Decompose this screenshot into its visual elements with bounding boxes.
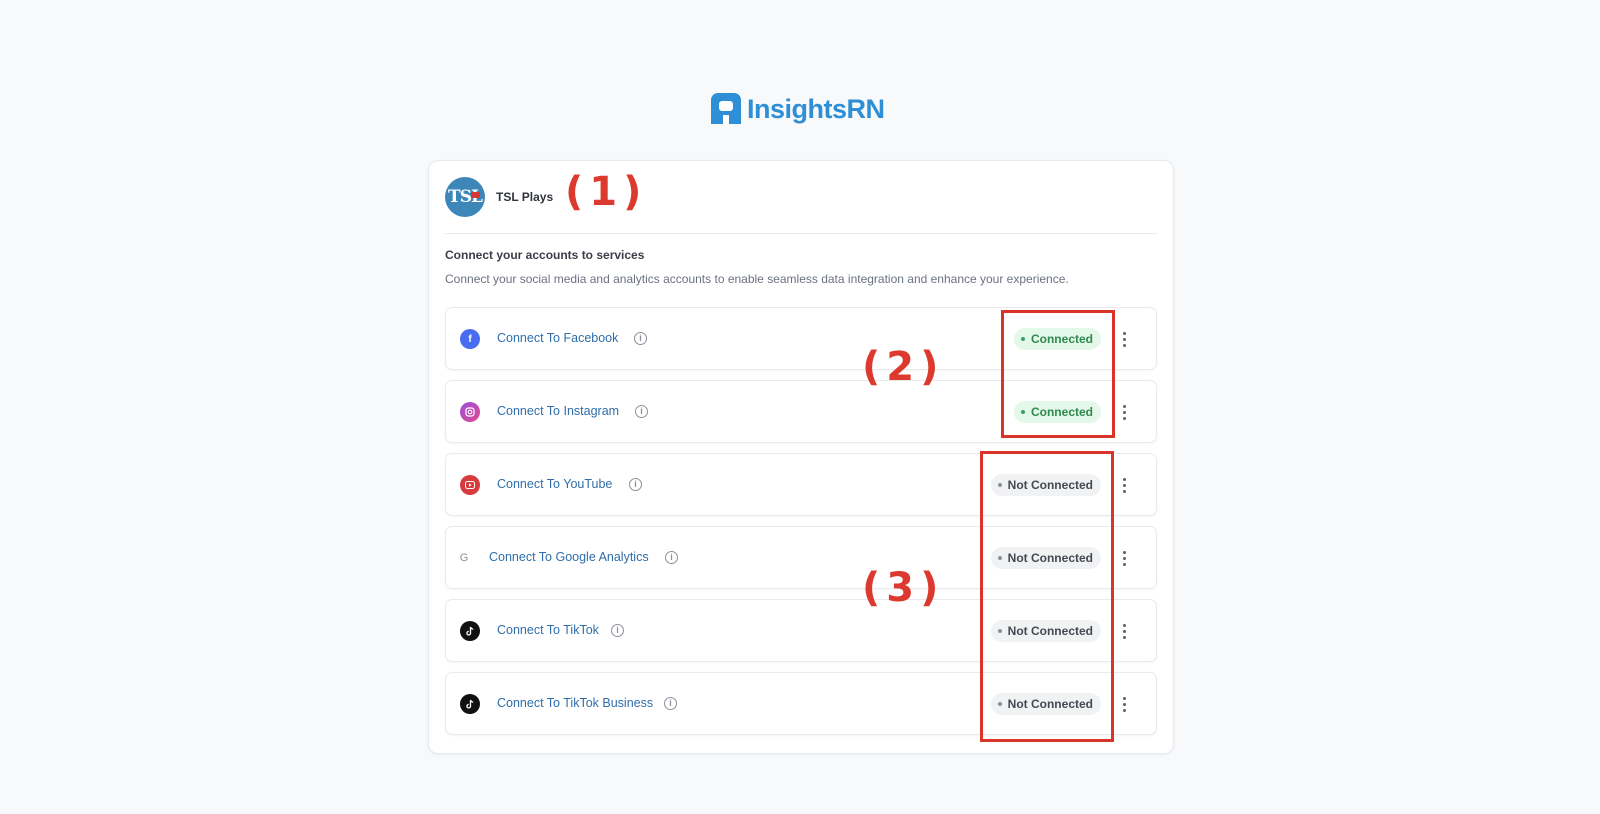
more-options-icon[interactable]: [1118, 329, 1130, 349]
section-title: Connect your accounts to services: [445, 248, 645, 262]
info-icon[interactable]: i: [664, 697, 677, 710]
info-icon[interactable]: i: [665, 551, 678, 564]
brand-logo: InsightsRN: [709, 92, 885, 126]
logo-mark-icon: [711, 93, 741, 124]
profile-header: TSL TSL Plays: [445, 177, 553, 217]
info-icon[interactable]: i: [634, 332, 647, 345]
annotation-box-connected: [1001, 310, 1115, 438]
profile-name: TSL Plays: [496, 190, 554, 204]
avatar-accent: [471, 192, 480, 198]
info-icon[interactable]: i: [611, 624, 624, 637]
connect-youtube-link[interactable]: Connect To YouTube: [497, 477, 612, 491]
annotation-box-not-connected: [980, 451, 1114, 742]
tiktok-icon: [460, 621, 480, 641]
connect-instagram-link[interactable]: Connect To Instagram: [497, 404, 619, 418]
divider: [445, 233, 1157, 234]
more-options-icon[interactable]: [1118, 475, 1130, 495]
more-options-icon[interactable]: [1118, 621, 1130, 641]
youtube-icon: [460, 475, 480, 495]
connect-tiktok-business-link[interactable]: Connect To TikTok Business: [497, 696, 653, 710]
info-icon[interactable]: i: [635, 405, 648, 418]
brand-name: InsightsRN: [747, 93, 885, 124]
more-options-icon[interactable]: [1118, 548, 1130, 568]
connect-tiktok-link[interactable]: Connect To TikTok: [497, 623, 599, 637]
annotation-marker-2: (2): [862, 344, 945, 390]
facebook-icon: f: [460, 329, 480, 349]
tiktok-icon: [460, 694, 480, 714]
avatar: TSL: [445, 177, 485, 217]
section-description: Connect your social media and analytics …: [445, 272, 1069, 286]
google-icon: G: [459, 552, 469, 564]
annotation-marker-1: (1): [565, 169, 648, 215]
connect-google-analytics-link[interactable]: Connect To Google Analytics: [489, 550, 649, 564]
more-options-icon[interactable]: [1118, 694, 1130, 714]
more-options-icon[interactable]: [1118, 402, 1130, 422]
info-icon[interactable]: i: [629, 478, 642, 491]
instagram-icon: [460, 402, 480, 422]
annotation-marker-3: (3): [862, 565, 945, 611]
connect-facebook-link[interactable]: Connect To Facebook: [497, 331, 618, 345]
